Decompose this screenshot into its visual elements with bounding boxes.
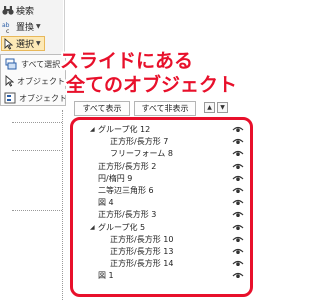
editing-ribbon-group: 検索 ab c 置換 ▼ 選択 ▼ bbox=[0, 0, 63, 54]
cursor-icon bbox=[2, 37, 14, 50]
menu-item-selection-pane[interactable]: オブジェクトの選択と表示 bbox=[1, 90, 65, 106]
binoculars-icon bbox=[2, 5, 14, 17]
chevron-down-icon: ▼ bbox=[36, 40, 41, 47]
select-all-icon bbox=[4, 57, 18, 71]
chevron-down-icon: ▼ bbox=[36, 23, 41, 30]
dotted-guide bbox=[12, 122, 62, 123]
annotation-line-1: スライドにある bbox=[60, 50, 194, 72]
hide-all-button[interactable]: すべて非表示 bbox=[134, 101, 196, 116]
menu-item-select-all[interactable]: すべて選択 bbox=[1, 56, 65, 72]
replace-label: 置換 bbox=[16, 23, 35, 33]
selection-pane-icon bbox=[4, 91, 16, 105]
dotted-guide bbox=[12, 150, 62, 151]
dotted-guide-vertical bbox=[62, 110, 63, 300]
select-button[interactable]: 選択 ▼ bbox=[1, 36, 45, 51]
send-backward-button[interactable]: ▼ bbox=[217, 102, 228, 113]
select-dropdown-menu: すべて選択 オブジェクトの選択 オブジェクトの選択と表示 bbox=[0, 54, 66, 106]
show-all-button[interactable]: すべて表示 bbox=[74, 101, 130, 116]
arrow-down-icon: ▼ bbox=[220, 104, 225, 111]
search-button[interactable]: 検索 bbox=[2, 3, 34, 18]
slide-thumbnail-area bbox=[0, 110, 70, 300]
search-label: 検索 bbox=[16, 7, 35, 17]
arrow-up-icon: ▲ bbox=[207, 104, 212, 111]
svg-text:c: c bbox=[6, 28, 9, 33]
annotation-line-2: 全てのオブジェクト bbox=[66, 74, 238, 96]
replace-button[interactable]: ab c 置換 ▼ bbox=[2, 19, 41, 34]
highlight-frame bbox=[70, 117, 253, 297]
replace-icon: ab c bbox=[2, 21, 14, 33]
menu-item-select-objects[interactable]: オブジェクトの選択 bbox=[1, 73, 65, 89]
select-label: 選択 bbox=[16, 40, 35, 50]
menu-item-label: すべて選択 bbox=[21, 59, 61, 69]
menu-item-label: オブジェクトの選択と表示 bbox=[19, 93, 65, 103]
bring-forward-button[interactable]: ▲ bbox=[204, 102, 215, 113]
dotted-guide bbox=[12, 210, 62, 211]
cursor-icon bbox=[4, 74, 14, 88]
menu-item-label: オブジェクトの選択 bbox=[17, 76, 65, 86]
